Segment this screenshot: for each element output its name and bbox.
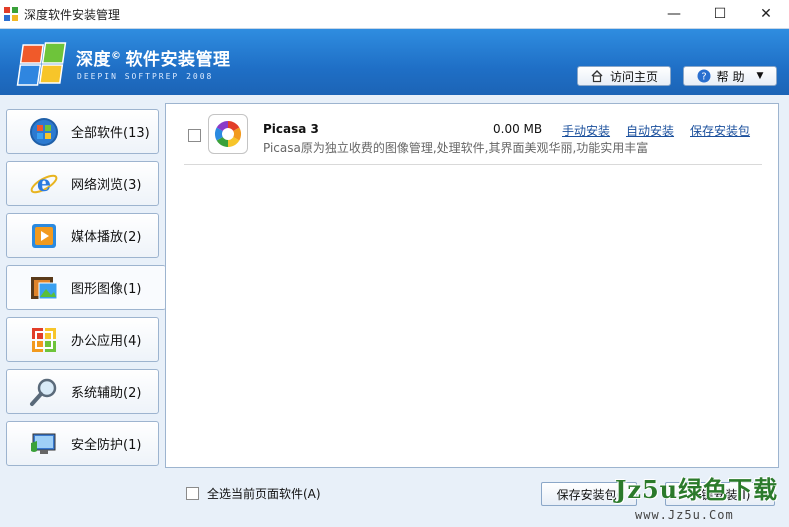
sidebar-item-label: 系统辅助(2) — [71, 386, 142, 401]
sidebar-item-label: 图形图像(1) — [71, 282, 142, 297]
title-bar: 深度软件安装管理 — ☐ ✕ — [0, 0, 789, 29]
app-size: 0.00 MB — [493, 122, 543, 136]
sidebar-item-label: 安全防护(1) — [71, 438, 142, 453]
svg-text:?: ? — [701, 72, 706, 83]
select-all-control[interactable]: 全选当前页面软件(A) — [186, 485, 321, 502]
sidebar-item-media[interactable]: 媒体播放(2) — [6, 213, 159, 258]
sidebar-item-security[interactable]: 安全防护(1) — [6, 421, 159, 466]
manual-install-link[interactable]: 手动安装 — [562, 122, 610, 139]
save-package-link[interactable]: 保存安装包 — [690, 122, 750, 139]
sidebar-item-label: 办公应用(4) — [71, 334, 142, 349]
watermark-url: www.Jz5u.Com — [635, 508, 734, 522]
sidebar-item-label: 网络浏览(3) — [71, 178, 142, 193]
brand-name: 深度© 软件安装管理 — [76, 50, 231, 70]
film-photo-icon — [31, 276, 58, 299]
sidebar-item-browsers[interactable]: e 网络浏览(3) — [6, 161, 159, 206]
sidebar-item-system[interactable]: 系统辅助(2) — [6, 369, 159, 414]
header-banner: 深度© 软件安装管理 DEEPIN SOFTPREP 2008 访问主页 ? 帮 … — [0, 29, 789, 95]
deepin-logo — [16, 42, 67, 86]
watermark: Jz5u绿色下载 www.Jz5u.Com — [615, 470, 789, 527]
sidebar-item-office[interactable]: 办公应用(4) — [6, 317, 159, 362]
sidebar-item-graphics[interactable]: 图形图像(1) — [6, 265, 166, 310]
select-all-label: 全选当前页面软件(A) — [207, 487, 321, 501]
ie-icon: e — [30, 171, 58, 197]
list-item: Picasa 3 0.00 MB 手动安装 自动安装 保存安装包 Picasa原… — [166, 104, 778, 166]
app-checkbox[interactable] — [188, 129, 201, 142]
close-button[interactable]: ✕ — [743, 0, 789, 28]
sidebar-item-label: 全部软件(13) — [71, 126, 150, 141]
row-divider — [184, 164, 762, 165]
minimize-button[interactable]: — — [651, 0, 697, 28]
brand-subtitle: DEEPIN SOFTPREP 2008 — [77, 72, 214, 81]
sidebar-item-label: 媒体播放(2) — [71, 230, 142, 245]
office-icon — [32, 327, 56, 352]
app-name: Picasa 3 — [263, 122, 319, 136]
software-list-panel: Picasa 3 0.00 MB 手动安装 自动安装 保存安装包 Picasa原… — [165, 103, 779, 468]
picasa-icon — [208, 114, 248, 154]
help-button[interactable]: ? 帮 助 ▼ — [683, 66, 777, 86]
maximize-button[interactable]: ☐ — [697, 0, 743, 28]
windows-orb-icon — [30, 117, 58, 146]
home-icon — [591, 70, 603, 83]
visit-home-button[interactable]: 访问主页 — [577, 66, 671, 86]
help-icon: ? — [697, 69, 711, 83]
media-player-icon — [32, 223, 56, 248]
app-icon — [4, 7, 18, 21]
chevron-down-icon: ▼ — [756, 71, 764, 81]
svg-text:e: e — [37, 171, 51, 197]
watermark-main: Jz5u绿色下载 — [615, 475, 779, 504]
magnifier-icon — [30, 378, 57, 406]
auto-install-link[interactable]: 自动安装 — [626, 122, 674, 139]
sidebar-item-all[interactable]: 全部软件(13) — [6, 109, 159, 154]
select-all-checkbox[interactable] — [186, 487, 199, 500]
app-description: Picasa原为独立收费的图像管理,处理软件,其界面美观华丽,功能实用丰富 — [263, 141, 649, 155]
security-icon — [31, 433, 56, 454]
window-title: 深度软件安装管理 — [24, 8, 121, 22]
